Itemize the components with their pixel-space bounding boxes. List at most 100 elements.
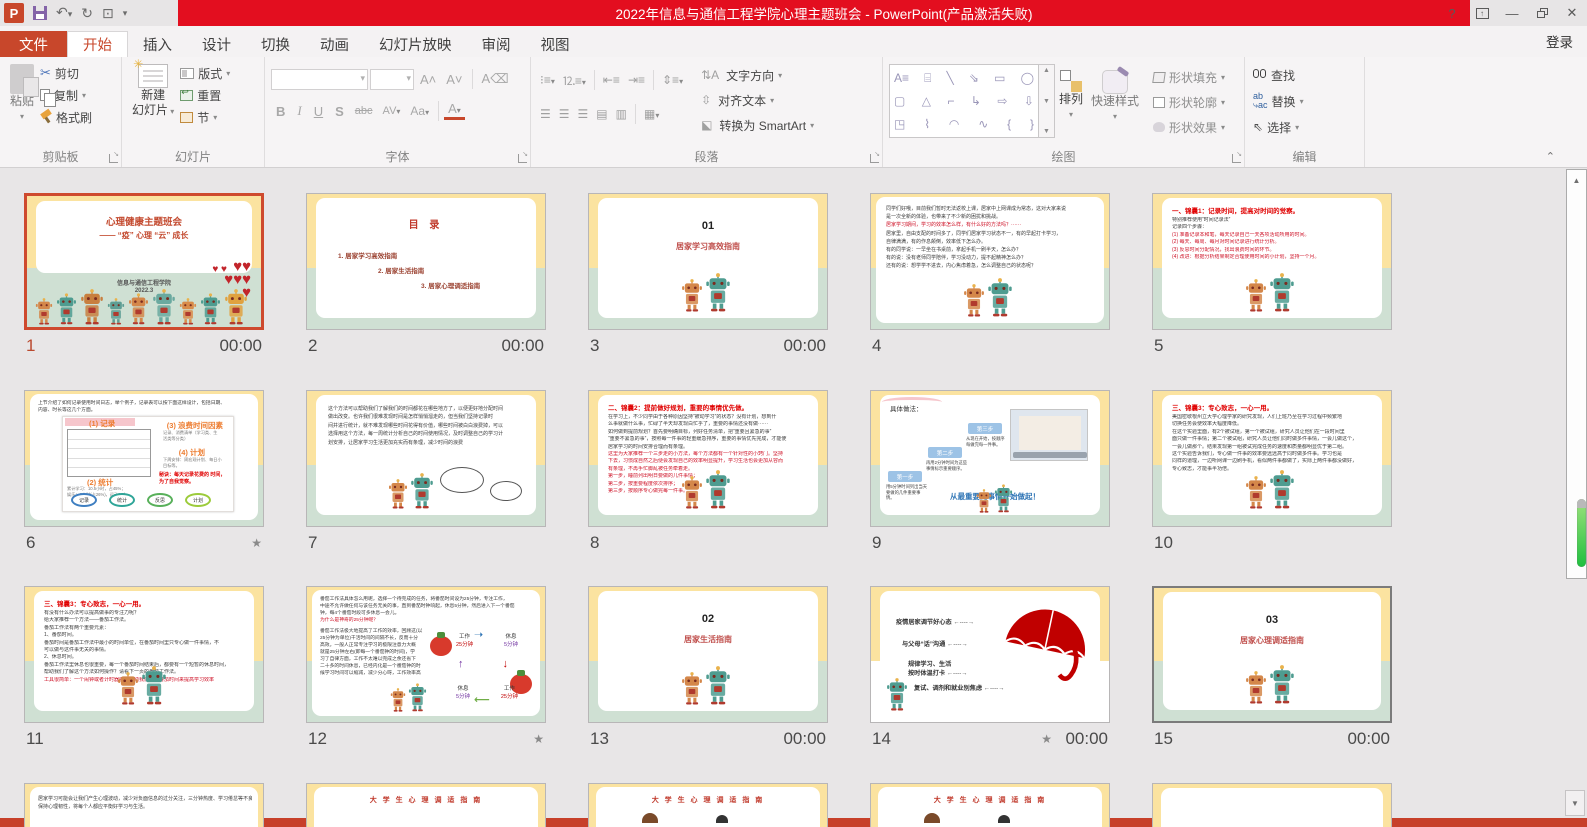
customize-qat-icon[interactable]: ▾ [123,8,128,19]
tab-动画[interactable]: 动画 [305,31,364,57]
shape-effects-button[interactable]: 形状效果▾ [1151,116,1227,138]
tab-开始[interactable]: 开始 [67,31,128,57]
paste-button[interactable]: 粘贴▾ [6,62,38,126]
font-size-combo[interactable] [370,69,414,90]
text-direction-button[interactable]: ⇅A文字方向▾ [696,64,816,86]
slide-thumbnail-12[interactable]: 番茄工作法具体怎么用呢，选择一个待完成的任务，将番茄时间设为25分钟，专注工作，… [306,586,546,723]
underline-button[interactable]: U [309,104,328,119]
save-icon[interactable] [33,6,47,20]
justify-icon[interactable]: ▤ [593,107,610,121]
robot-illustration [886,678,908,716]
line-spacing-icon[interactable]: ⇕≡▾ [659,73,686,87]
slide-thumbnail-20[interactable] [1152,783,1392,827]
reset-button[interactable]: 重置 [178,84,232,106]
section-button[interactable]: 节▾ [178,106,232,128]
minimize-icon[interactable]: — [1497,0,1527,26]
clipboard-dialog-launcher-icon[interactable] [109,154,118,163]
drawing-dialog-launcher-icon[interactable] [1232,154,1241,163]
replace-button[interactable]: ab⤷ac替换▾ [1251,90,1306,112]
umbrella-item: 复试、调剂和就业别焦虑 ←----→ [914,683,1004,692]
slide-label-row: 300:00 [588,333,828,359]
shrink-font-icon[interactable]: A˅ [442,72,466,87]
font-color-button[interactable]: A▾ [444,102,465,120]
slide-sorter-canvas[interactable]: ▲ ▼ 心理健康主题班会 —— “疫” 心理 “云” 成长 信息与通信工程学院 … [0,168,1587,827]
slide-thumbnail-17[interactable]: 大 学 生 心 理 调 适 指 南 [306,783,546,827]
scroll-down-icon[interactable]: ▼ [1565,790,1585,816]
tab-切换[interactable]: 切换 [246,31,305,57]
slide-thumbnail-14[interactable]: 疫情居家调节好心态 ←----→与父母“话”沟通 ←----→规律学习、生活按时… [870,586,1110,723]
font-dialog-launcher-icon[interactable] [518,154,527,163]
slide-thumbnail-19[interactable]: 大 学 生 心 理 调 适 指 南 [870,783,1110,827]
convert-smartart-button[interactable]: ⬕转换为 SmartArt▾ [696,114,816,136]
redo-icon[interactable]: ↻ [81,6,93,20]
new-slide-button[interactable]: 新建 幻灯片 ▾ [128,62,178,121]
slide-thumbnail-2[interactable]: 目 录1. 居家学习高效指南2. 居家生活指南3. 居家心理调适指南 [306,193,546,330]
scroll-up-icon[interactable]: ▲ [1567,170,1586,185]
increase-indent-icon[interactable]: ⇥≡ [625,73,648,87]
character-spacing-button[interactable]: AV▾ [379,105,405,117]
undo-icon[interactable]: ↶▾ [56,5,72,21]
layout-button[interactable]: 版式▾ [178,62,232,84]
slide-thumbnail-18[interactable]: 大 学 生 心 理 调 适 指 南 [588,783,828,827]
restore-icon[interactable] [1527,0,1557,26]
slide-thumbnail-6[interactable]: 上节介绍了如何记录使用时间日志，举个例子，记录表可以按下面这样设计，包括日期、内… [24,390,264,527]
align-text-button[interactable]: ⇳对齐文本▾ [696,89,816,111]
grow-font-icon[interactable]: A˄ [416,72,440,87]
bold-button[interactable]: B [271,104,290,119]
change-case-button[interactable]: Aa▾ [406,104,433,118]
shapes-gallery[interactable]: A≡⌸╲⇘▭◯ ▢△⌐↳⇨⇩ ◳⌇◠∿{} [889,64,1039,138]
align-left-icon[interactable]: ☰ [537,107,554,121]
slide-thumbnail-9[interactable]: 具体做法： 第一步 用5分钟时间列出当天要做的几件重要事情。第二步 再用2分钟时… [870,390,1110,527]
align-right-icon[interactable]: ☰ [575,107,592,121]
slide-thumbnail-15[interactable]: 03 居家心理调适指南 [1152,586,1392,723]
slide-thumbnail-10[interactable]: 三、锦囊3：专心致志，一心一用。 美国密歇根州立大学心理学家的研究发现，人们上班… [1152,390,1392,527]
columns-icon[interactable]: ▦▾ [641,107,662,121]
cut-button[interactable]: ✂剪切 [38,62,94,84]
close-icon[interactable]: ✕ [1557,0,1587,26]
shape-outline-button[interactable]: 形状轮廓▾ [1151,91,1227,113]
paragraph-dialog-launcher-icon[interactable] [870,154,879,163]
slide-thumbnail-4[interactable]: 同学们好哦，目前我们暂时无法返校上课，居家中上网课成为常态，这对大家来说是一次全… [870,193,1110,330]
slide-thumbnail-16[interactable]: 居家学习可能会让我们产生心理波动，减少对负面信息的过分关注，三分钟热度、学习倦怠… [24,783,264,827]
collapse-ribbon-icon[interactable]: ⌃ [1546,150,1555,163]
slide-thumbnail-7[interactable]: 这个方法可以帮助我们了解我们的时间都花在哪些地方了，以便更好地分配时间做出改变。… [306,390,546,527]
slide-thumbnail-3[interactable]: 01 居家学习高效指南 [588,193,828,330]
format-painter-button[interactable]: 格式刷 [38,106,94,128]
slide-thumbnail-5[interactable]: 一、锦囊1：记录时间，提高对时间的觉察。 特别推荐使用“时间记录法”记录四个步骤… [1152,193,1392,330]
powerpoint-logo-icon[interactable]: P [4,3,24,23]
shapes-gallery-scroll[interactable]: ▲▼▼ [1039,64,1055,138]
copy-button[interactable]: 复制▾ [38,84,94,106]
slide-thumbnail-1[interactable]: 心理健康主题班会 —— “疫” 心理 “云” 成长 信息与通信工程学院 2022… [24,193,264,330]
tab-设计[interactable]: 设计 [187,31,246,57]
clear-formatting-icon[interactable]: A⌫ [478,71,513,87]
tab-插入[interactable]: 插入 [128,31,187,57]
slide-thumbnail-13[interactable]: 02 居家生活指南 [588,586,828,723]
robot-pair-illustration [117,666,167,705]
start-slideshow-icon[interactable]: ⊡ [102,6,114,20]
find-button[interactable]: 查找 [1251,64,1306,86]
align-center-icon[interactable]: ☰ [556,107,573,121]
slide-thumbnail-8[interactable]: 二、锦囊2：提前做好规划，重要的事情优先做。 在学习上，不少同学由于各种原因坚持… [588,390,828,527]
shape-fill-button[interactable]: 形状填充▾ [1151,66,1227,88]
distribute-icon[interactable]: ▥ [613,107,630,121]
tab-幻灯片放映[interactable]: 幻灯片放映 [364,31,467,57]
ribbon-display-options-icon[interactable]: ↑ [1467,0,1497,26]
slide-thumbnail-11[interactable]: 三、锦囊3：专心致志，一心一用。 有没有什么办法可以提高做事的专注力呢？给大家推… [24,586,264,723]
scrollbar-thumb[interactable] [1577,499,1586,567]
bullets-icon[interactable]: ⁝≡▾ [537,73,558,87]
tab-审阅[interactable]: 审阅 [467,31,526,57]
tab-视图[interactable]: 视图 [526,31,585,57]
italic-button[interactable]: I [292,103,306,119]
img-label: (1) 记录 [89,418,115,429]
sign-in-link[interactable]: 登录 [1546,31,1573,51]
strikethrough-button[interactable]: abc [351,105,377,117]
tab-file[interactable]: 文件 [0,31,67,57]
help-icon[interactable]: ? [1437,0,1467,26]
font-name-combo[interactable] [271,69,368,90]
quick-styles-button[interactable]: 快速样式▾ [1087,62,1143,126]
decrease-indent-icon[interactable]: ⇤≡ [600,73,623,87]
arrange-button[interactable]: 排列▾ [1055,62,1087,124]
select-button[interactable]: ⇖选择▾ [1251,116,1306,138]
text-shadow-button[interactable]: S [330,104,349,119]
numbering-icon[interactable]: ⒓≡▾ [560,72,589,89]
